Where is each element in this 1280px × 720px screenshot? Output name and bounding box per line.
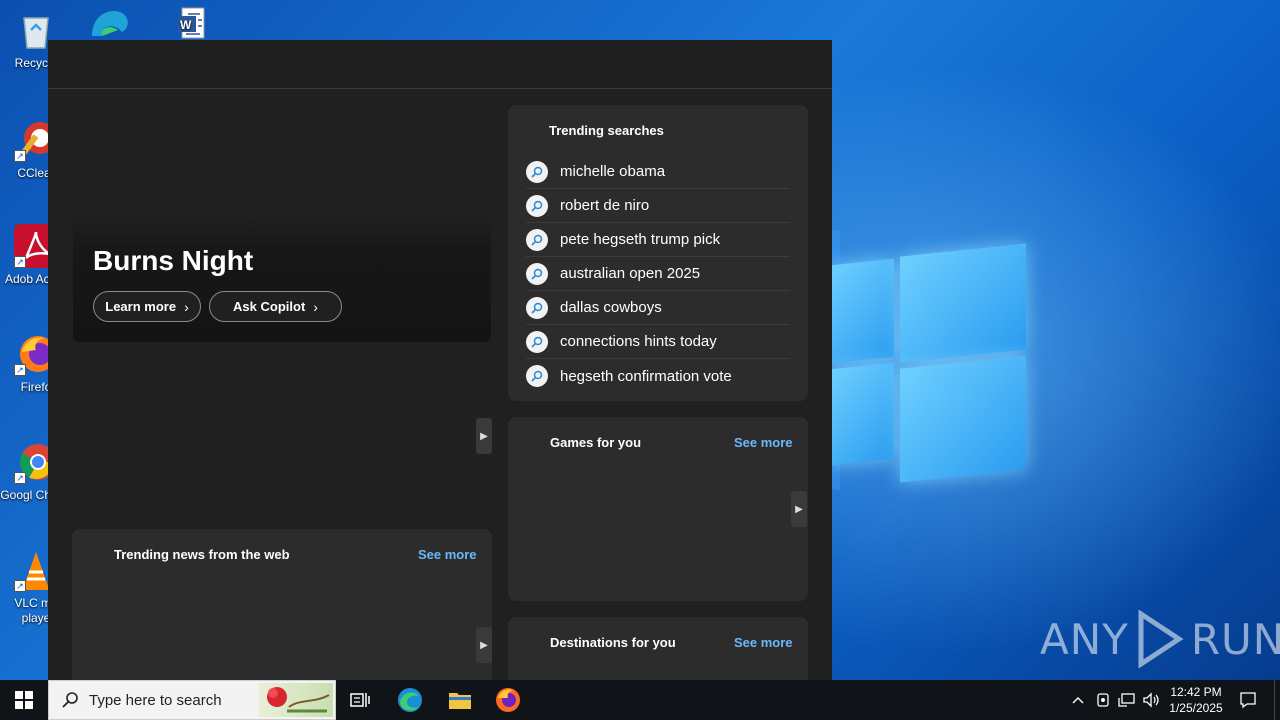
news-next-arrow[interactable]: ▶	[476, 627, 492, 663]
task-view-icon	[350, 693, 370, 707]
taskbar-search-box[interactable]: Type here to search	[48, 680, 336, 720]
games-see-more-link[interactable]: See more	[734, 435, 793, 450]
edge-icon	[398, 688, 422, 712]
firefox-icon	[496, 688, 520, 712]
destinations-title: Destinations for you	[550, 635, 676, 650]
trending-search-text: robert de niro	[560, 197, 650, 214]
search-placeholder: Type here to search	[89, 691, 222, 709]
games-next-arrow[interactable]: ▶	[791, 491, 807, 527]
trending-search-text: hegseth confirmation vote	[560, 367, 732, 385]
windows-logo-wallpaper	[830, 240, 1030, 483]
chevron-up-icon	[1072, 697, 1084, 704]
news-see-more-link[interactable]: See more	[418, 547, 477, 562]
chevron-right-icon: ›	[313, 298, 318, 315]
ask-copilot-button[interactable]: Ask Copilot ›	[209, 291, 342, 322]
search-icon	[526, 262, 548, 285]
trending-searches-card: Trending searches michelle obama robert …	[508, 105, 808, 401]
trending-news-title: Trending news from the web	[114, 547, 290, 562]
games-card: Games for you See more ▶	[508, 417, 808, 601]
notifications-button[interactable]	[1236, 680, 1260, 720]
search-icon	[62, 692, 78, 708]
trending-search-item[interactable]: australian open 2025	[526, 257, 790, 291]
trending-search-item[interactable]: michelle obama	[526, 155, 790, 189]
show-desktop-button[interactable]	[1274, 680, 1280, 720]
taskbar-firefox-button[interactable]	[484, 680, 532, 720]
ask-copilot-label: Ask Copilot	[233, 299, 306, 314]
chevron-right-icon: ›	[184, 298, 189, 315]
destinations-card: Destinations for you See more	[508, 617, 808, 680]
widgets-header	[48, 40, 832, 89]
widgets-panel: Burns Night Learn more › Ask Copilot › ▶…	[48, 40, 832, 680]
search-icon	[526, 296, 548, 319]
trending-search-text: connections hints today	[560, 333, 717, 350]
learn-more-button[interactable]: Learn more ›	[93, 291, 201, 322]
learn-more-label: Learn more	[105, 299, 177, 314]
folder-icon	[449, 693, 471, 709]
destinations-see-more-link[interactable]: See more	[734, 635, 793, 650]
trending-search-item[interactable]: dallas cowboys	[526, 291, 790, 325]
hero-next-arrow[interactable]: ▶	[476, 418, 492, 454]
search-icon	[526, 160, 548, 183]
clock-time: 12:42 PM	[1170, 685, 1222, 699]
device-icon	[1097, 693, 1109, 707]
trending-search-text: australian open 2025	[560, 265, 701, 282]
search-highlight-image	[259, 683, 333, 717]
trending-search-item[interactable]: pete hegseth trump pick	[526, 223, 790, 257]
network-button[interactable]	[1116, 680, 1138, 720]
windows-start-icon	[15, 691, 33, 709]
search-icon	[526, 228, 548, 251]
hero-card[interactable]: Burns Night Learn more › Ask Copilot ›	[73, 215, 491, 342]
play-logo-icon	[1138, 610, 1184, 668]
anyrun-watermark: ANY RUN	[1040, 610, 1280, 668]
trending-searches-title: Trending searches	[549, 123, 664, 138]
network-icon	[1118, 693, 1135, 707]
trending-search-item[interactable]: connections hints today	[526, 325, 790, 359]
trending-search-text: dallas cowboys	[560, 299, 662, 316]
svg-text:W: W	[180, 18, 192, 32]
taskbar: Type here to search 12:42 PM 1/25/2025	[0, 680, 1280, 720]
show-hidden-icons-button[interactable]	[1068, 680, 1088, 720]
trending-news-card: Trending news from the web See more ▶	[72, 529, 492, 680]
task-view-button[interactable]	[336, 680, 384, 720]
search-icon	[526, 194, 548, 217]
trending-search-item[interactable]: robert de niro	[526, 189, 790, 223]
start-button[interactable]	[0, 680, 48, 720]
hero-title: Burns Night	[93, 245, 254, 276]
search-icon	[526, 330, 548, 353]
taskbar-edge-button[interactable]	[386, 680, 434, 720]
volume-button[interactable]	[1140, 680, 1162, 720]
taskbar-clock[interactable]: 12:42 PM 1/25/2025	[1160, 684, 1232, 716]
games-title: Games for you	[550, 435, 642, 450]
notification-icon	[1240, 692, 1256, 709]
speaker-icon	[1143, 692, 1159, 708]
trending-searches-list: michelle obama robert de niro pete hegse…	[526, 155, 790, 393]
trending-search-text: pete hegseth trump pick	[560, 231, 721, 248]
clock-date: 1/25/2025	[1169, 701, 1223, 715]
trending-search-item[interactable]: hegseth confirmation vote	[526, 359, 790, 393]
search-icon	[526, 365, 548, 387]
trending-search-text: michelle obama	[560, 163, 666, 180]
tray-app-button[interactable]	[1092, 680, 1114, 720]
taskbar-file-explorer-button[interactable]	[436, 680, 484, 720]
